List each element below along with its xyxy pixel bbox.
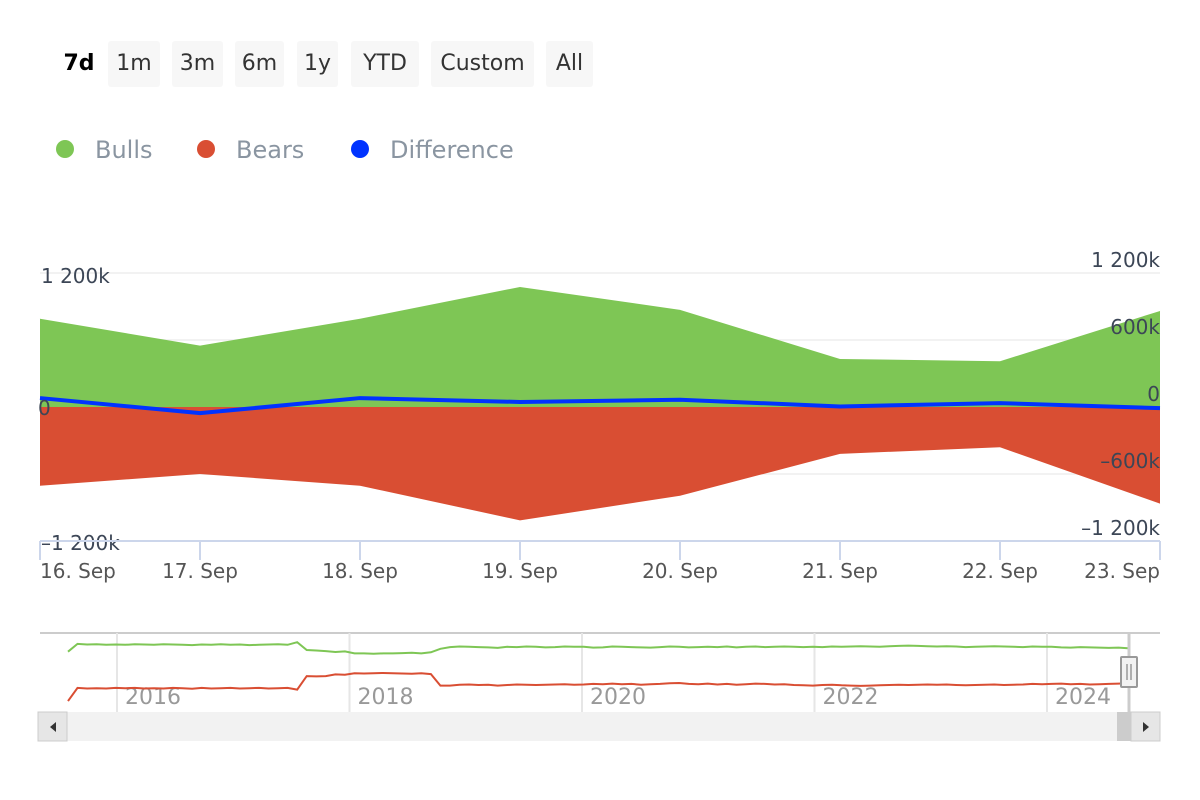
scrollbar[interactable] (37, 711, 1161, 742)
area-bears (40, 407, 1160, 521)
scrollbar-track[interactable] (38, 712, 1160, 741)
navigator-year-label: 2018 (358, 685, 414, 710)
y-tick-label-left: –1 200k (41, 531, 120, 555)
y-tick-label-left: 1 200k (41, 264, 110, 288)
y-tick-label-right: –1 200k (1081, 516, 1160, 540)
x-axis: 16. Sep 17. Sep 18. Sep 19. Sep 20. Sep 21. S… (39, 540, 1161, 583)
navigator[interactable]: 2016 2018 2020 2022 2024 (40, 632, 1160, 712)
y-tick-label-right: 0 (1147, 382, 1160, 406)
y-tick-label-right: 1 200k (1091, 248, 1160, 272)
x-tick-label: 17. Sep (162, 559, 238, 583)
navigator-handle[interactable] (1120, 656, 1138, 688)
x-tick-label: 19. Sep (482, 559, 558, 583)
x-tick-label: 16. Sep (40, 559, 116, 583)
scrollbar-thumb[interactable] (1117, 712, 1131, 741)
x-tick-label: 21. Sep (802, 559, 878, 583)
chart-canvas: 1 200k 0 –1 200k 1 200k 600k 0 –600k –1 200k 1… (37, 248, 1161, 742)
x-tick-label: 20. Sep (642, 559, 718, 583)
navigator-year-label: 2020 (590, 685, 646, 710)
area-bulls (40, 286, 1160, 407)
y-tick-label-right: –600k (1100, 449, 1160, 473)
x-tick-label: 23. Sep (1084, 559, 1160, 583)
y-tick-label-left: 0 (38, 396, 51, 420)
x-tick-label: 22. Sep (962, 559, 1038, 583)
y-tick-label-right: 600k (1110, 315, 1160, 339)
navigator-year-label: 2024 (1055, 685, 1111, 710)
x-tick-label: 18. Sep (322, 559, 398, 583)
navigator-year-label: 2022 (823, 685, 879, 710)
navigator-line-bulls (67, 641, 1129, 655)
